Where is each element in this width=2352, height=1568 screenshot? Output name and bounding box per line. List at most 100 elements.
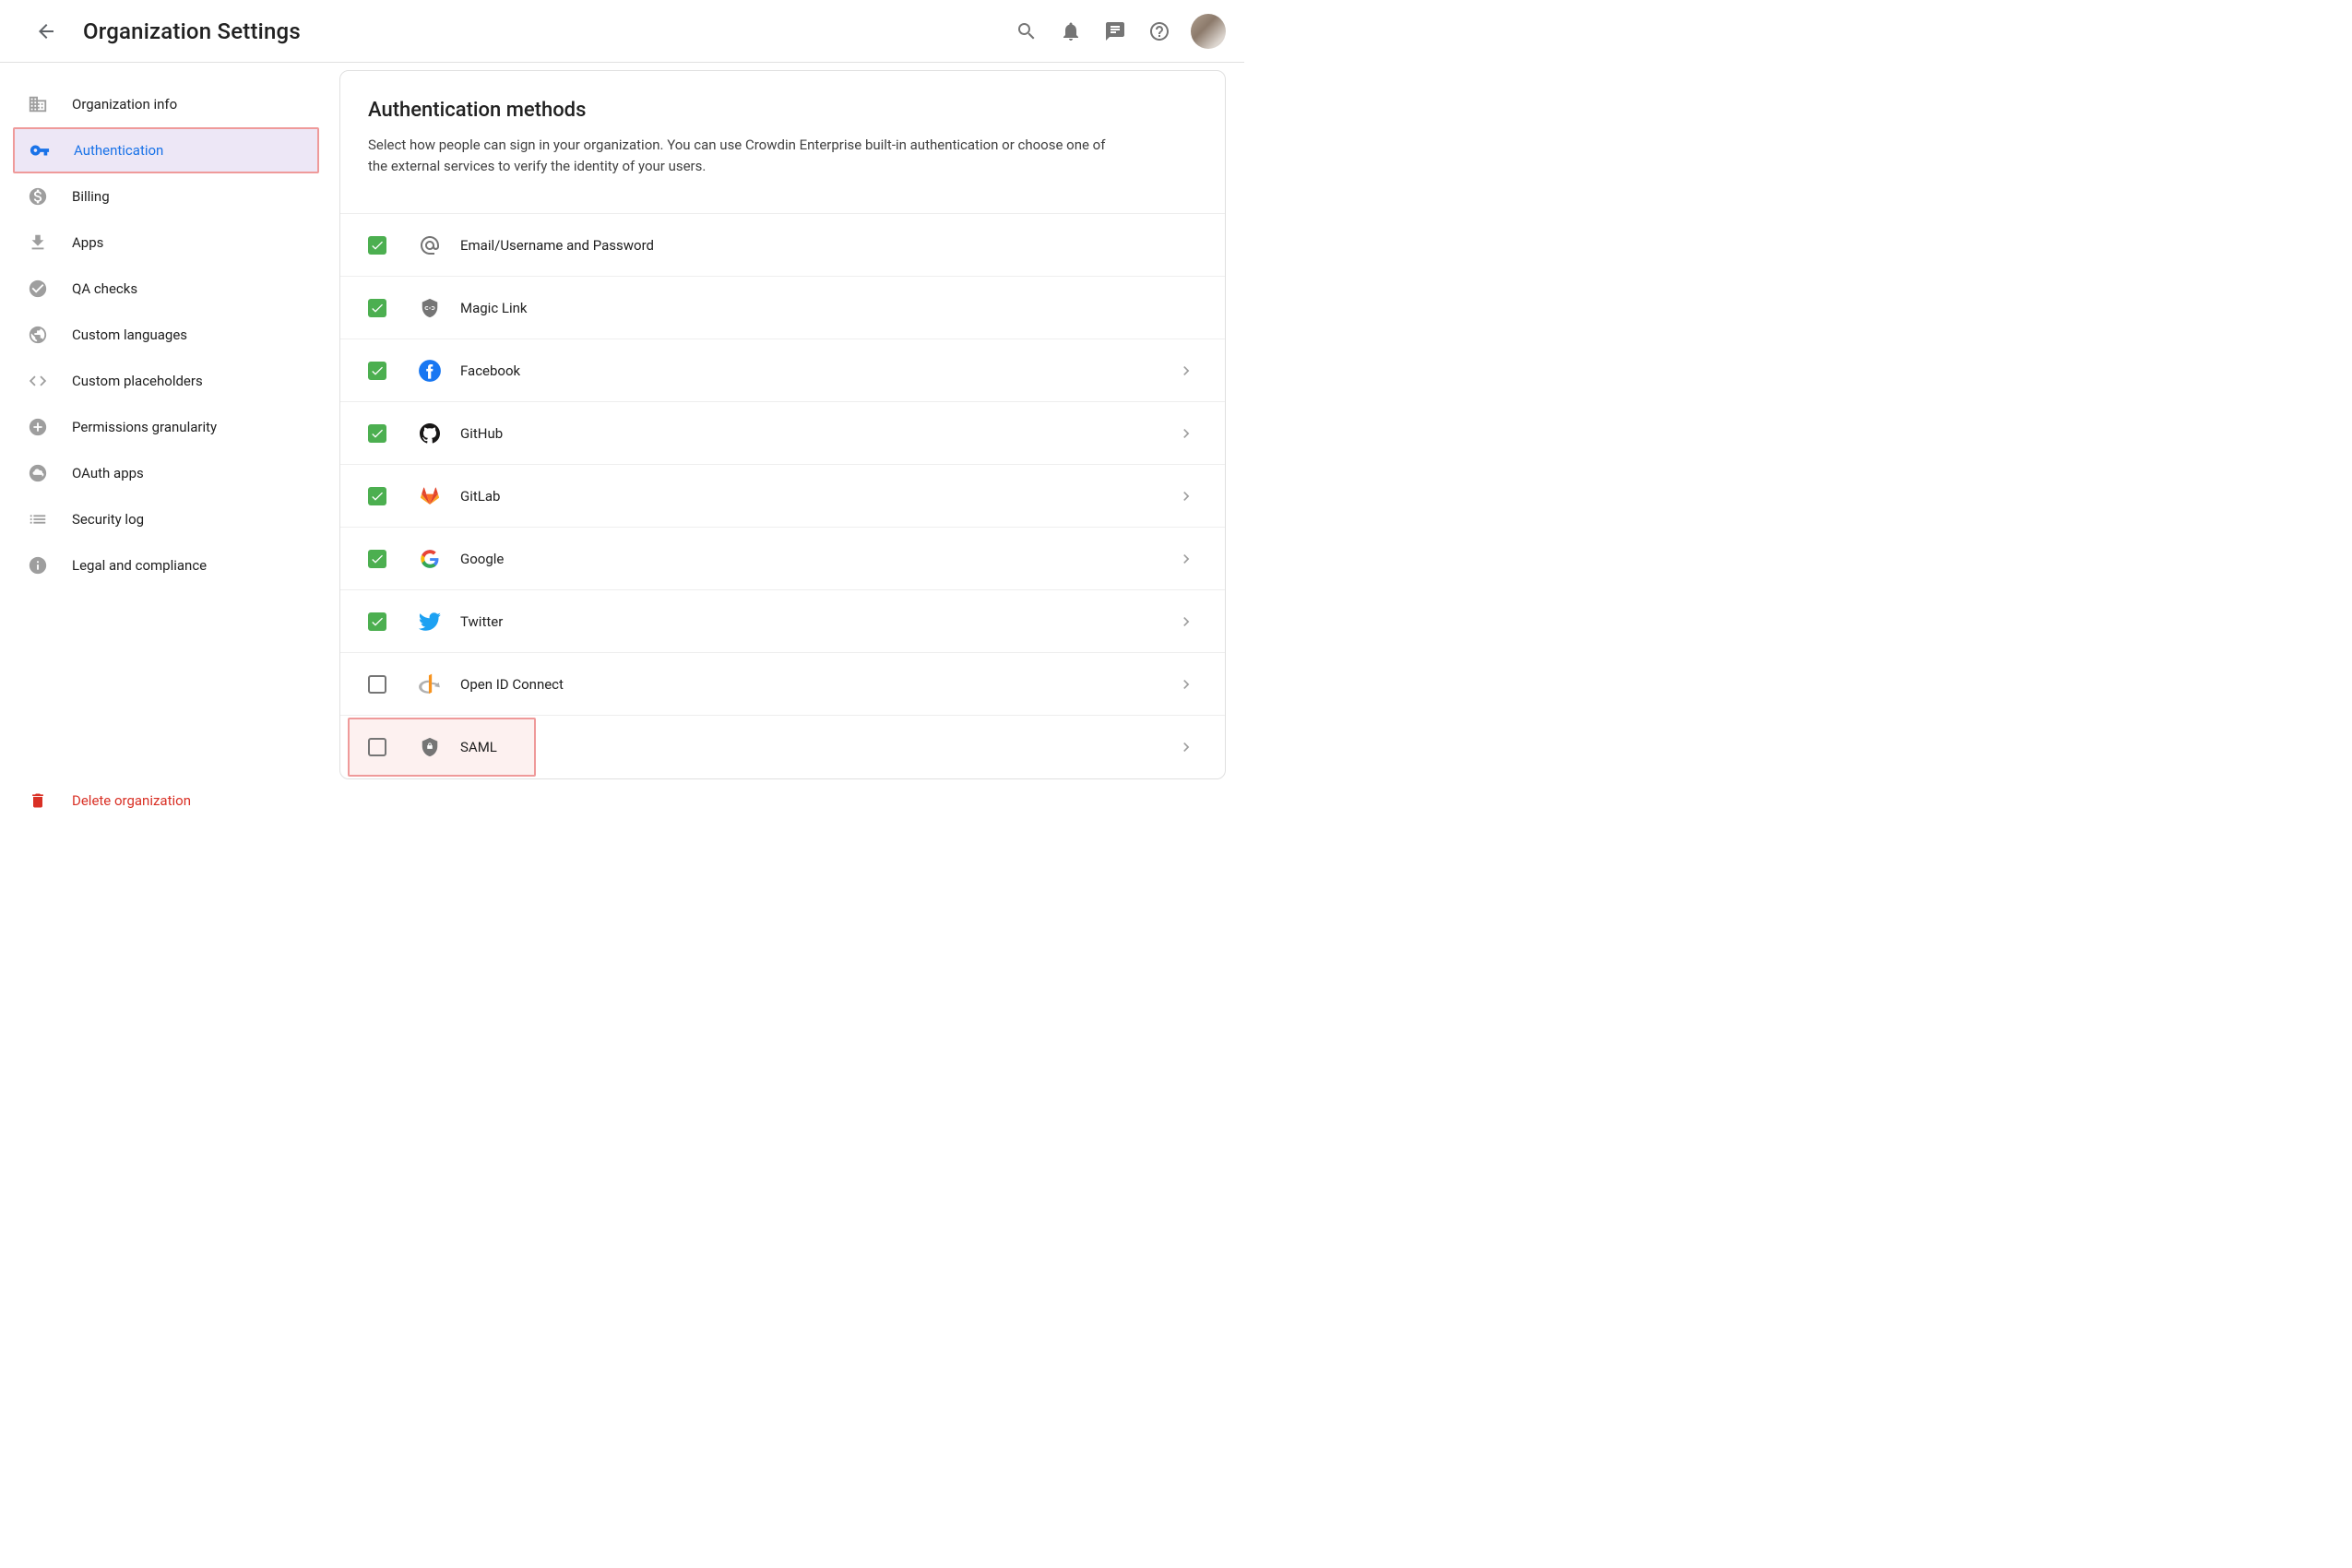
globe-icon <box>26 323 50 347</box>
checkbox[interactable] <box>368 424 386 443</box>
dollar-icon <box>26 184 50 208</box>
key-icon <box>28 138 52 162</box>
chevron-right-icon <box>1175 485 1197 507</box>
trash-icon <box>26 789 50 813</box>
code-icon <box>26 369 50 393</box>
facebook-icon <box>418 359 442 383</box>
method-row-github[interactable]: GitHub <box>340 402 1225 465</box>
sidebar-item-label: Permissions granularity <box>72 419 217 435</box>
building-icon <box>26 92 50 116</box>
checkbox[interactable] <box>368 487 386 505</box>
method-label: SAML <box>460 739 1175 755</box>
method-label: Twitter <box>460 613 1175 630</box>
topbar-actions <box>1014 14 1226 49</box>
gitlab-icon <box>418 484 442 508</box>
sidebar-item-label: QA checks <box>72 280 137 297</box>
sidebar-item-label: Authentication <box>74 142 163 159</box>
page-title: Organization Settings <box>83 18 301 44</box>
checkbox[interactable] <box>368 612 386 631</box>
section-description: Select how people can sign in your organ… <box>340 135 1134 213</box>
checkbox[interactable] <box>368 299 386 317</box>
chat-icon <box>1104 20 1126 42</box>
check-icon <box>370 552 385 566</box>
method-row-twitter[interactable]: Twitter <box>340 590 1225 653</box>
delete-org-label: Delete organization <box>72 792 191 809</box>
chevron-right-icon <box>1175 422 1197 445</box>
sidebar-item-label: Apps <box>72 234 103 251</box>
check-icon <box>370 426 385 441</box>
sidebar-item-authentication[interactable]: Authentication <box>13 127 319 173</box>
method-label: Magic Link <box>460 300 1197 316</box>
sidebar-item-label: OAuth apps <box>72 465 144 481</box>
twitter-icon <box>418 610 442 634</box>
help-icon <box>1148 20 1170 42</box>
sidebar-item-oauth-apps[interactable]: OAuth apps <box>0 450 332 496</box>
cloud-icon <box>26 461 50 485</box>
method-label: Google <box>460 551 1175 567</box>
method-row-facebook[interactable]: Facebook <box>340 339 1225 402</box>
messages-button[interactable] <box>1102 18 1128 44</box>
sidebar-item-custom-placeholders[interactable]: Custom placeholders <box>0 358 332 404</box>
bell-icon <box>1060 20 1082 42</box>
checkbox[interactable] <box>368 550 386 568</box>
method-row-magic-link[interactable]: Magic Link <box>340 277 1225 339</box>
search-icon <box>1016 20 1038 42</box>
search-button[interactable] <box>1014 18 1039 44</box>
check-icon <box>370 363 385 378</box>
method-label: GitLab <box>460 488 1175 505</box>
back-button[interactable] <box>28 13 65 50</box>
chevron-right-icon <box>1175 548 1197 570</box>
sidebar-item-label: Custom languages <box>72 327 187 343</box>
check-icon <box>370 489 385 504</box>
chevron-right-icon <box>1175 673 1197 695</box>
chevron-right-icon <box>1175 611 1197 633</box>
sidebar-item-billing[interactable]: Billing <box>0 173 332 220</box>
method-label: GitHub <box>460 425 1175 442</box>
sidebar-item-organization-info[interactable]: Organization info <box>0 81 332 127</box>
download-icon <box>26 231 50 255</box>
checkbox[interactable] <box>368 236 386 255</box>
method-row-email-password[interactable]: Email/Username and Password <box>340 214 1225 277</box>
help-button[interactable] <box>1146 18 1172 44</box>
sidebar-item-label: Custom placeholders <box>72 373 203 389</box>
sidebar-item-label: Organization info <box>72 96 177 113</box>
check-icon <box>370 614 385 629</box>
topbar: Organization Settings <box>0 0 1244 63</box>
method-row-gitlab[interactable]: GitLab <box>340 465 1225 528</box>
sidebar: Organization info Authentication Billing… <box>0 63 332 828</box>
chevron-right-icon <box>1175 360 1197 382</box>
at-icon <box>418 233 442 257</box>
section-title: Authentication methods <box>340 99 1225 135</box>
method-row-google[interactable]: Google <box>340 528 1225 590</box>
plus-circle-icon <box>26 415 50 439</box>
sidebar-item-custom-languages[interactable]: Custom languages <box>0 312 332 358</box>
check-icon <box>370 238 385 253</box>
avatar[interactable] <box>1191 14 1226 49</box>
google-icon <box>418 547 442 571</box>
notifications-button[interactable] <box>1058 18 1084 44</box>
shield-link-icon <box>418 296 442 320</box>
sidebar-item-qa-checks[interactable]: QA checks <box>0 266 332 312</box>
github-icon <box>418 422 442 445</box>
check-circle-icon <box>26 277 50 301</box>
delete-organization-button[interactable]: Delete organization <box>0 773 332 828</box>
list-icon <box>26 507 50 531</box>
checkbox[interactable] <box>368 738 386 756</box>
sidebar-item-permissions-granularity[interactable]: Permissions granularity <box>0 404 332 450</box>
chevron-right-icon <box>1175 736 1197 758</box>
sidebar-item-label: Legal and compliance <box>72 557 207 574</box>
sidebar-item-legal-compliance[interactable]: Legal and compliance <box>0 542 332 588</box>
method-row-saml[interactable]: SAML <box>340 716 1225 778</box>
checkbox[interactable] <box>368 675 386 694</box>
checkbox[interactable] <box>368 362 386 380</box>
openid-icon <box>418 672 442 696</box>
sidebar-item-apps[interactable]: Apps <box>0 220 332 266</box>
main-content: Authentication methods Select how people… <box>332 63 1244 828</box>
auth-methods-card: Authentication methods Select how people… <box>339 70 1226 779</box>
method-label: Open ID Connect <box>460 676 1175 693</box>
check-icon <box>370 301 385 315</box>
arrow-back-icon <box>35 20 57 42</box>
info-icon <box>26 553 50 577</box>
method-row-openid-connect[interactable]: Open ID Connect <box>340 653 1225 716</box>
sidebar-item-security-log[interactable]: Security log <box>0 496 332 542</box>
